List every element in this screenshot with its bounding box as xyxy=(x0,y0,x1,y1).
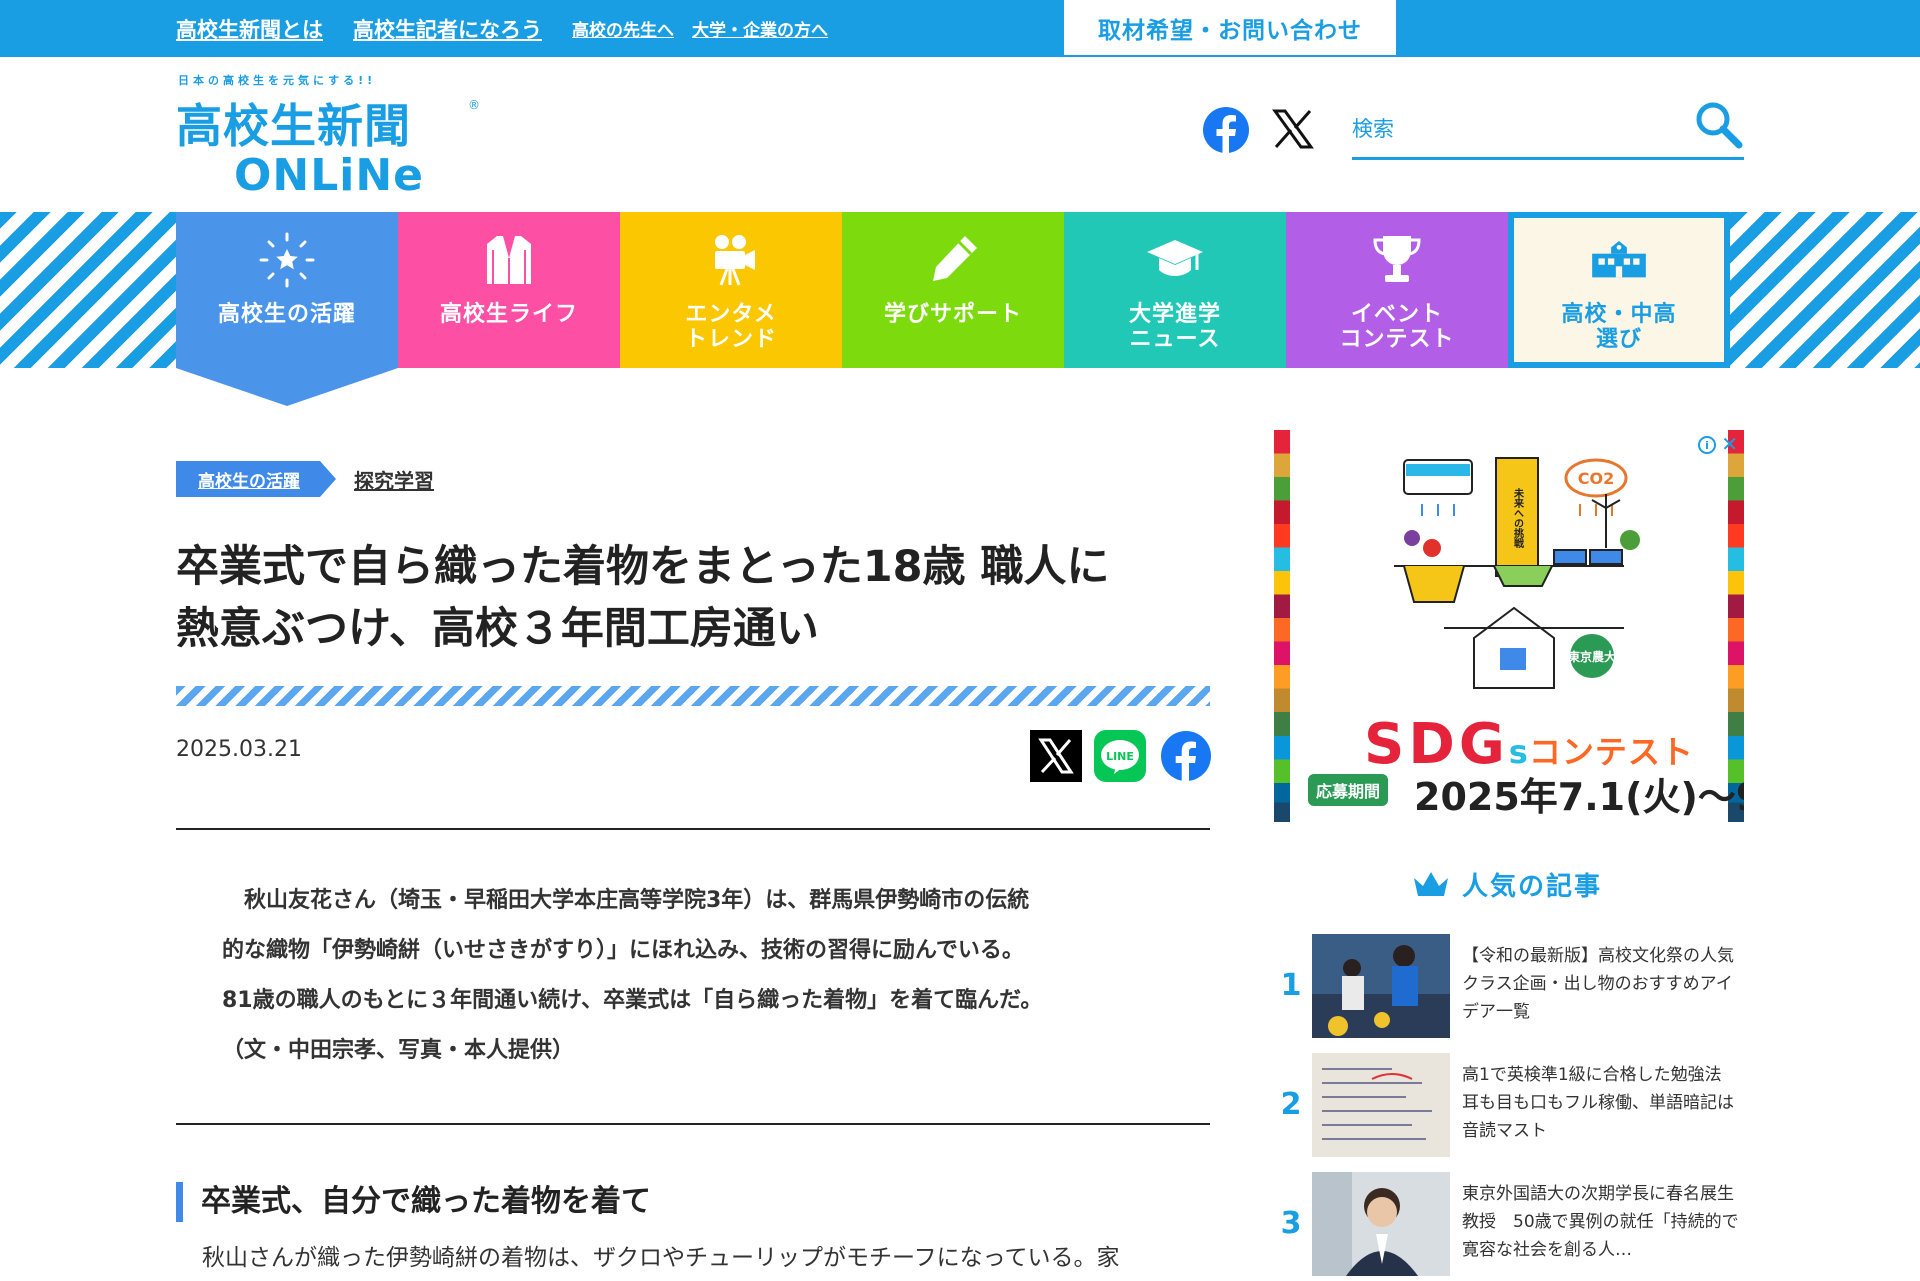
logo-registered-mark: ® xyxy=(468,98,480,112)
ad-dates-text: 2025年7.1(火)〜9.5(金) xyxy=(1414,775,1744,819)
article-title-line: 熱意ぶつけ、高校３年間工房通い xyxy=(176,604,819,654)
article-title: 卒業式で自ら織った着物をまとった18歳 職人に 熱意ぶつけ、高校３年間工房通い xyxy=(176,536,1216,660)
share-line-icon[interactable]: LINE xyxy=(1094,730,1146,782)
graduation-cap-icon xyxy=(1147,240,1203,276)
popular-rank: 1 xyxy=(1280,968,1302,1003)
popular-thumbnail xyxy=(1312,1172,1450,1276)
blazer-icon xyxy=(487,236,531,284)
search-icon[interactable] xyxy=(1692,98,1744,150)
category-label: 高校・中高 選び xyxy=(1561,302,1677,352)
ad-dates: 2025年7.1(火)〜9.5(金)必着 xyxy=(1414,766,1744,821)
logo-online: ONLiNe xyxy=(234,150,425,201)
popular-rank: 2 xyxy=(1280,1087,1302,1122)
share-line-label: LINE xyxy=(1106,750,1134,763)
category-entertainment[interactable]: エンタメ トレンド xyxy=(620,212,842,368)
pencil-icon xyxy=(933,236,977,281)
about-link[interactable]: 高校生新聞とは xyxy=(176,14,323,44)
lead-line: 81歳の職人のもとに３年間通い続け、卒業式は「自ら織った着物」を着て臨んだ。 xyxy=(222,988,1043,1013)
topic-tag-link[interactable]: 探究学習 xyxy=(354,465,434,494)
site-logo[interactable]: 日本の高校生を元気にする!! 高校生新聞 ® ONLiNe xyxy=(176,70,496,201)
sdg-color-bar-right xyxy=(1728,430,1744,822)
logo-name: 高校生新聞 xyxy=(176,99,411,153)
top-nav: 高校生新聞とは 高校生記者になろう 高校の先生へ 大学・企業の方へ xyxy=(176,0,846,57)
popular-title: 東京外国語大の次期学長に春名展生教授 50歳で異例の就任「持続的で寛容な社会を創… xyxy=(1462,1184,1739,1260)
section-heading: 卒業式、自分で織った着物を着て xyxy=(176,1182,651,1222)
logo-tagline: 日本の高校生を元気にする!! xyxy=(178,74,377,87)
popular-item[interactable]: 1 【令和の最新版】高校文化祭の人気クラス企画・出し物のおすすめアイデア一覧 xyxy=(1274,934,1744,1040)
popular-title: 【令和の最新版】高校文化祭の人気クラス企画・出し物のおすすめアイデア一覧 xyxy=(1462,946,1734,1022)
popular-heading-text: 人気の記事 xyxy=(1462,872,1603,902)
lead-bottom-rule xyxy=(176,1123,1210,1125)
category-university[interactable]: 大学進学 ニュース xyxy=(1064,212,1286,368)
ad-co2-text: CO2 xyxy=(1578,469,1614,488)
category-label: 高校生の活躍 xyxy=(217,302,356,327)
popular-thumbnail xyxy=(1312,934,1450,1038)
contact-button[interactable]: 取材希望・お問い合わせ xyxy=(1064,0,1396,55)
popular-thumbnail xyxy=(1312,1053,1450,1157)
share-x-icon[interactable] xyxy=(1030,730,1082,782)
category-label: エンタメ トレンド xyxy=(684,302,777,352)
ad-illustration: 未来への挑戦 CO2 東京農大 xyxy=(1394,457,1640,689)
ad-badge-text: 東京農大 xyxy=(1568,649,1616,664)
category-events[interactable]: イベント コンテスト xyxy=(1286,212,1508,368)
category-label: 学びサポート xyxy=(883,302,1022,327)
category-life[interactable]: 高校生ライフ xyxy=(398,212,620,368)
lead-line: （文・中田宗孝、写真・本人提供） xyxy=(222,1038,575,1063)
ad-info-icon[interactable]: i xyxy=(1698,436,1716,454)
publish-date: 2025.03.21 xyxy=(176,737,302,762)
top-bar: 高校生新聞とは 高校生記者になろう 高校の先生へ 大学・企業の方へ 取材希望・お… xyxy=(0,0,1920,57)
star-burst-icon xyxy=(259,232,315,288)
popular-item[interactable]: 3 東京外国語大の次期学長に春名展生教授 50歳で異例の就任「持続的で寛容な社会… xyxy=(1274,1172,1744,1278)
search-box xyxy=(1352,96,1744,160)
popular-title: 高1で英検準1級に合格した勉強法 耳も目も口もフル稼働、単語暗記は音読マスト xyxy=(1462,1065,1739,1141)
search-input[interactable] xyxy=(1352,110,1672,148)
title-divider xyxy=(176,686,1210,706)
trophy-icon xyxy=(1373,236,1421,282)
category-nav: 高校生の活躍 高校生ライフ エンタメ トレンド 学びサポート 大学進学 ニュース… xyxy=(176,212,1730,406)
category-school-choice[interactable]: 高校・中高 選び xyxy=(1508,212,1730,368)
popular-item[interactable]: 2 高1で英検準1級に合格した勉強法 耳も目も口もフル稼働、単語暗記は音読マスト xyxy=(1274,1053,1744,1159)
article-title-line: 卒業式で自ら織った着物をまとった18歳 職人に xyxy=(176,542,1110,592)
ad-close-icon[interactable]: ✕ xyxy=(1721,432,1738,456)
facebook-icon[interactable] xyxy=(1202,106,1250,154)
breadcrumb: 高校生の活躍 探究学習 xyxy=(176,461,434,497)
category-achievements[interactable]: 高校生の活躍 xyxy=(176,212,398,406)
film-camera-icon xyxy=(715,235,755,286)
article-lead: 秋山友花さん（埼玉・早稲田大学本庄高等学院3年）は、群馬県伊勢崎市の伝統 的な織… xyxy=(222,876,1182,1076)
sdg-color-bar-left xyxy=(1274,430,1290,822)
article-body-text: 秋山さんが織った伊勢崎絣の着物は、ザクロやチューリップがモチーフになっている。家 xyxy=(202,1245,1120,1271)
lead-line: 的な織物「伊勢崎絣（いせさきがすり）」にほれ込み、技術の習得に励んでいる。 xyxy=(222,938,1024,963)
category-label: 大学進学 ニュース xyxy=(1128,302,1221,352)
school-building-icon xyxy=(1592,241,1646,278)
lead-line: 秋山友花さん（埼玉・早稲田大学本庄高等学院3年）は、群馬県伊勢崎市の伝統 xyxy=(222,888,1030,913)
x-icon[interactable] xyxy=(1272,108,1314,150)
for-companies-link[interactable]: 大学・企業の方へ xyxy=(692,16,828,41)
for-teachers-link[interactable]: 高校の先生へ xyxy=(572,16,674,41)
become-reporter-link[interactable]: 高校生記者になろう xyxy=(353,14,542,44)
category-label: イベント コンテスト xyxy=(1339,302,1455,352)
popular-heading: 人気の記事 xyxy=(1412,866,1602,903)
sdgs-contest-ad[interactable]: i ✕ 未来への挑戦 CO2 東京農大 SDGsコンテスト 応募期間 2025年… xyxy=(1274,430,1744,822)
crown-icon xyxy=(1414,871,1448,896)
category-tag[interactable]: 高校生の活躍 xyxy=(176,461,336,497)
category-study[interactable]: 学びサポート xyxy=(842,212,1064,368)
popular-rank: 3 xyxy=(1280,1206,1302,1241)
lead-top-rule xyxy=(176,828,1210,830)
category-label: 高校生ライフ xyxy=(439,302,578,327)
ad-period-label: 応募期間 xyxy=(1308,774,1389,806)
share-facebook-icon[interactable] xyxy=(1160,730,1212,782)
